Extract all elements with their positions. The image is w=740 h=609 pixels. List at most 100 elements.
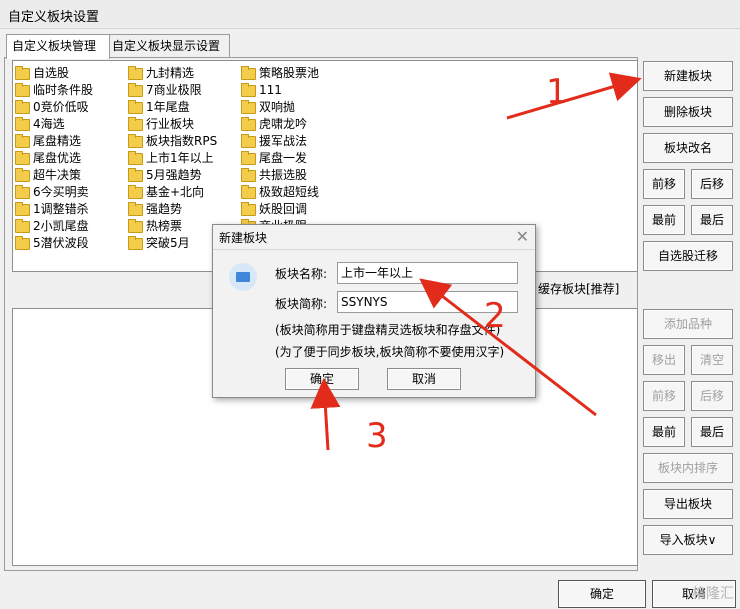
dialog-ok-button[interactable]: 确定 — [285, 368, 359, 390]
block-list-item[interactable]: 1年尾盘 — [128, 99, 217, 116]
block-list-item[interactable]: 突破5月 — [128, 235, 217, 252]
folder-icon — [128, 99, 143, 114]
block-list-item[interactable]: 策略股票池 — [241, 65, 319, 82]
block-list-item[interactable]: 共振选股 — [241, 167, 319, 184]
close-icon[interactable]: ✕ — [516, 227, 529, 246]
folder-icon — [128, 218, 143, 233]
dialog-title: 新建板块 — [219, 231, 268, 245]
clear-stocks-button[interactable]: 清空 — [691, 345, 733, 375]
block-list-item-label: 临时条件股 — [33, 83, 94, 97]
block-list-item-label: 九封精选 — [146, 66, 195, 80]
folder-icon — [128, 82, 143, 97]
block-list-item[interactable]: 尾盘一发 — [241, 150, 319, 167]
block-list-item-label: 突破5月 — [146, 236, 190, 250]
block-list-item[interactable]: 临时条件股 — [15, 82, 93, 99]
watermark: 格隆汇 — [692, 586, 734, 602]
remove-stock-button[interactable]: 移出 — [643, 345, 685, 375]
ok-button[interactable]: 确定 — [558, 580, 646, 608]
block-list-item-label: 4海选 — [33, 117, 65, 131]
block-list-item[interactable]: 援军战法 — [241, 133, 319, 150]
abbr-usage-note: (板块简称用于键盘精灵选板块和存盘文件) — [275, 323, 501, 337]
block-list-item[interactable]: 7商业极限 — [128, 82, 217, 99]
folder-icon — [15, 184, 30, 199]
block-list-item[interactable]: 热榜票 — [128, 218, 217, 235]
folder-icon — [241, 184, 256, 199]
block-list-item-label: 尾盘精选 — [33, 134, 82, 148]
block-name-input[interactable]: 上市一年以上 — [337, 262, 518, 284]
add-stock-button[interactable]: 添加品种 — [643, 309, 733, 339]
stock-move-down-button[interactable]: 后移 — [691, 381, 733, 411]
block-list-item[interactable]: 6今买明卖 — [15, 184, 93, 201]
block-list-item-label: 板块指数RPS — [146, 134, 218, 148]
folder-icon — [128, 184, 143, 199]
block-list-item[interactable]: 1调整错杀 — [15, 201, 93, 218]
folder-icon — [128, 201, 143, 216]
folder-icon — [128, 65, 143, 80]
block-list-item-label: 援军战法 — [259, 134, 308, 148]
stock-move-up-button[interactable]: 前移 — [643, 381, 685, 411]
stock-move-top-button[interactable]: 最前 — [643, 417, 685, 447]
folder-icon — [15, 235, 30, 250]
block-list-item[interactable]: 自选股 — [15, 65, 93, 82]
title-bar: 自定义板块设置 — [0, 0, 740, 29]
block-move-down-button[interactable]: 后移 — [691, 169, 733, 199]
folder-icon — [15, 133, 30, 148]
block-list-item[interactable]: 强趋势 — [128, 201, 217, 218]
block-list-item-label: 5潜伏波段 — [33, 236, 89, 250]
block-move-bottom-button[interactable]: 最后 — [691, 205, 733, 235]
dialog-title-bar: 新建板块 ✕ — [213, 225, 535, 250]
window-title: 自定义板块设置 — [8, 10, 100, 25]
block-list-item[interactable]: 极致超短线 — [241, 184, 319, 201]
block-list-item[interactable]: 5月强趋势 — [128, 167, 217, 184]
block-list-item[interactable]: 板块指数RPS — [128, 133, 217, 150]
rename-block-button[interactable]: 板块改名 — [643, 133, 733, 163]
block-list-item-label: 共振选股 — [259, 168, 308, 182]
migrate-watchlist-button[interactable]: 自选股迁移 — [643, 241, 733, 271]
folder-icon — [241, 150, 256, 165]
tab-block-management[interactable]: 自定义板块管理 — [6, 34, 110, 59]
block-list-item[interactable]: 上市1年以上 — [128, 150, 217, 167]
folder-icon — [241, 82, 256, 97]
block-list-item-label: 基金+北向 — [146, 185, 205, 199]
block-list-item[interactable]: 双响抛 — [241, 99, 319, 116]
block-list-item[interactable]: 妖股回调 — [241, 201, 319, 218]
cache-block-checkbox-label[interactable]: 缓存板块[推荐] — [538, 280, 619, 297]
block-list-item[interactable]: 尾盘精选 — [15, 133, 93, 150]
block-list-item-label: 1调整错杀 — [33, 202, 89, 216]
folder-icon — [241, 133, 256, 148]
folder-icon — [15, 65, 30, 80]
delete-block-button[interactable]: 删除板块 — [643, 97, 733, 127]
abbr-sync-note: (为了便于同步板块,板块简称不要使用汉字) — [275, 345, 505, 359]
block-list-item[interactable]: 2小凯尾盘 — [15, 218, 93, 235]
block-list-item[interactable]: 4海选 — [15, 116, 93, 133]
sort-in-block-button[interactable]: 板块内排序 — [643, 453, 733, 483]
block-list-item[interactable]: 基金+北向 — [128, 184, 217, 201]
block-list-item[interactable]: 超牛决策 — [15, 167, 93, 184]
block-list-item-label: 尾盘优选 — [33, 151, 82, 165]
export-block-button[interactable]: 导出板块 — [643, 489, 733, 519]
folder-icon — [241, 201, 256, 216]
block-list-item[interactable]: 尾盘优选 — [15, 150, 93, 167]
block-move-up-button[interactable]: 前移 — [643, 169, 685, 199]
block-list-column-1: 自选股 临时条件股 0竞价低吸 4海选尾盘精选尾盘优选超牛决策 6今买明卖 1调整错杀 2小… — [15, 65, 93, 252]
tab-block-display-settings[interactable]: 自定义板块显示设置 — [106, 34, 230, 57]
stock-move-bottom-button[interactable]: 最后 — [691, 417, 733, 447]
folder-icon — [15, 116, 30, 131]
block-list-item[interactable]: 九封精选 — [128, 65, 217, 82]
block-list-item-label: 尾盘一发 — [259, 151, 308, 165]
block-name-label: 板块名称: — [275, 267, 328, 281]
block-list-item[interactable]: 5潜伏波段 — [15, 235, 93, 252]
block-list-item[interactable]: 0竞价低吸 — [15, 99, 93, 116]
block-list-item-label: 5月强趋势 — [146, 168, 202, 182]
folder-icon — [128, 167, 143, 182]
dialog-cancel-button[interactable]: 取消 — [387, 368, 461, 390]
block-list-item[interactable]: 虎啸龙吟 — [241, 116, 319, 133]
new-block-button[interactable]: 新建板块 — [643, 61, 733, 91]
block-list-column-3: 策略股票池111双响抛虎啸龙吟援军战法尾盘一发共振选股极致超短线妖股回调商业极限 — [241, 65, 319, 235]
block-list-item-label: 妖股回调 — [259, 202, 308, 216]
block-list-item[interactable]: 行业板块 — [128, 116, 217, 133]
block-move-top-button[interactable]: 最前 — [643, 205, 685, 235]
block-list-item[interactable]: 111 — [241, 82, 319, 99]
import-block-button[interactable]: 导入板块∨ — [643, 525, 733, 555]
block-list-item-label: 0竞价低吸 — [33, 100, 89, 114]
